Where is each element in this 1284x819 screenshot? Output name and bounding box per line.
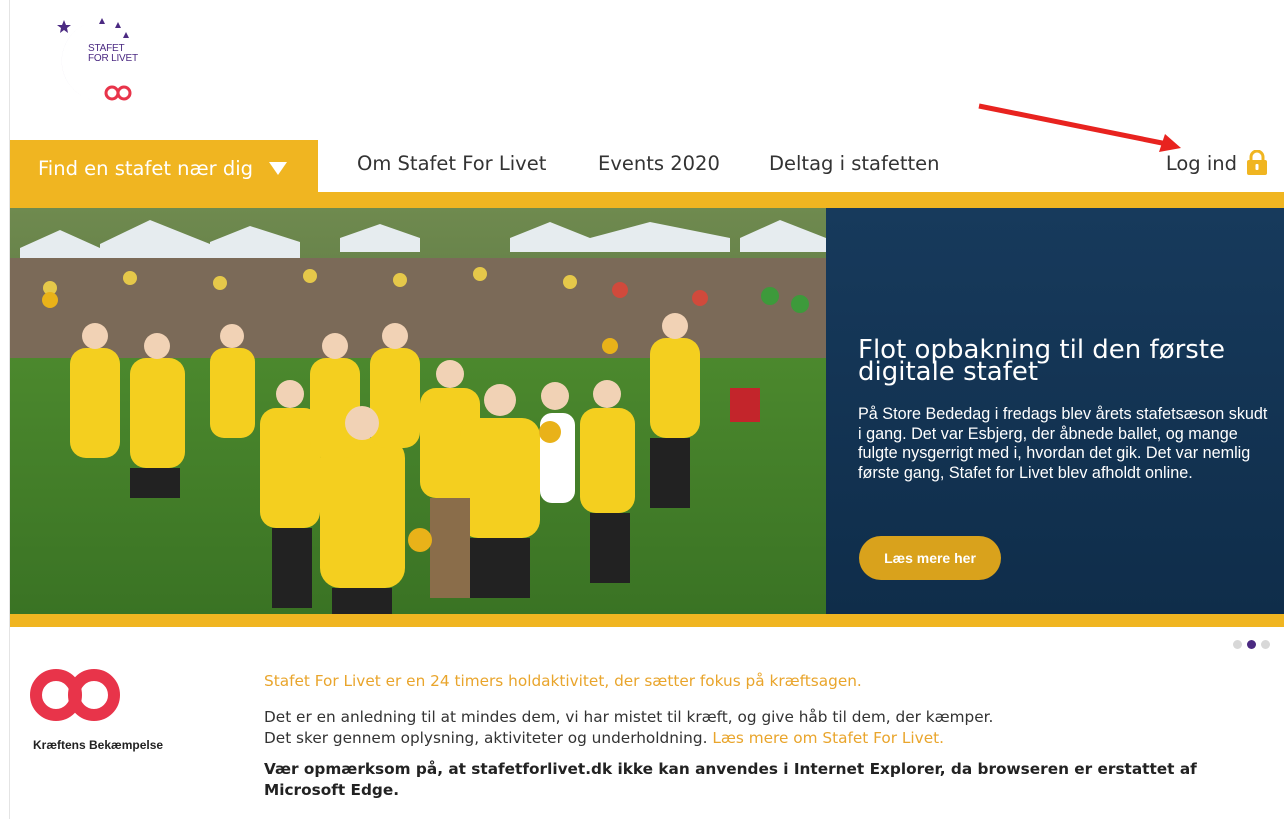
carousel-dot-1[interactable]: [1233, 640, 1242, 649]
nav-item-deltag[interactable]: Deltag i stafetten: [769, 152, 939, 175]
stafet-for-livet-logo[interactable]: STAFET FOR LIVET: [52, 14, 144, 106]
description-line-1: Det er en anledning til at mindes dem, v…: [264, 708, 994, 726]
hero-text-panel: Flot opbakning til den første digitale s…: [826, 208, 1284, 614]
annotation-arrow-icon: [978, 103, 1181, 152]
hero-description: På Store Bededag i fredags blev årets st…: [858, 405, 1268, 482]
logo-line-2: FOR LIVET: [88, 53, 138, 64]
nav-item-events-2020[interactable]: Events 2020: [598, 152, 720, 175]
caret-down-icon: [269, 161, 288, 175]
hero-bottom-bar: [10, 614, 1284, 627]
carousel-dot-3[interactable]: [1261, 640, 1270, 649]
partner-name: Kræftens Bekæmpelse: [33, 738, 164, 752]
find-relay-label: Find en stafet nær dig: [38, 156, 254, 180]
find-relay-dropdown[interactable]: Find en stafet nær dig: [10, 140, 318, 196]
read-more-link[interactable]: Læs mere om Stafet For Livet.: [712, 729, 944, 747]
logo-text: STAFET FOR LIVET: [88, 44, 138, 64]
hero-crowd-photo: [10, 208, 826, 614]
nav-item-om-stafet[interactable]: Om Stafet For Livet: [357, 152, 546, 175]
intro-text: Stafet For Livet er en 24 timers holdakt…: [264, 672, 862, 690]
carousel-dots: [1233, 640, 1270, 649]
read-more-button[interactable]: Læs mere her: [859, 536, 1001, 580]
browser-warning: Vær opmærksom på, at stafetforlivet.dk i…: [264, 760, 1197, 799]
carousel-dot-2[interactable]: [1247, 640, 1256, 649]
description-line-2-text: Det sker gennem oplysning, aktiviteter o…: [264, 729, 708, 747]
lock-icon: [1246, 149, 1268, 176]
description-line-2: Det sker gennem oplysning, aktiviteter o…: [264, 728, 993, 749]
hero-title: Flot opbakning til den første digitale s…: [858, 335, 1226, 387]
hero-carousel: Flot opbakning til den første digitale s…: [10, 208, 1284, 614]
kraeftens-bekaempelse-logo-icon[interactable]: [28, 666, 122, 724]
description-text: Det er en anledning til at mindes dem, v…: [264, 707, 993, 749]
